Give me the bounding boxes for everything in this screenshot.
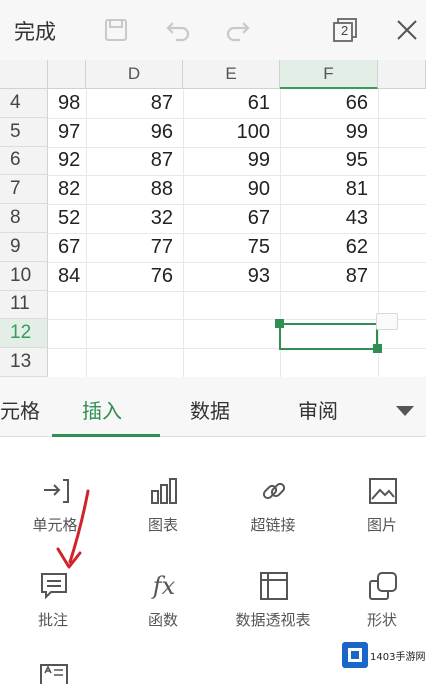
cell-e[interactable]: 75 — [183, 233, 280, 262]
row-header[interactable]: 7 — [0, 175, 48, 205]
cell-e[interactable]: 100 — [183, 118, 280, 147]
cell-d[interactable]: 77 — [86, 233, 183, 262]
tab-review[interactable]: 审阅 — [298, 395, 338, 424]
shape-icon — [367, 570, 399, 602]
cell-c[interactable] — [48, 348, 86, 377]
cell-d[interactable]: 96 — [86, 118, 183, 147]
row-header[interactable]: 9 — [0, 233, 48, 262]
tab-cell[interactable]: 元格 — [0, 395, 40, 424]
row-header[interactable]: 4 — [0, 89, 48, 118]
spreadsheet-grid[interactable]: D E F 4 98 87 61 66 5 97 96 100 99 6 92 87 99 95 7 82 88 9… — [0, 60, 426, 377]
picture-icon — [367, 475, 399, 507]
cell-c[interactable]: 84 — [48, 262, 86, 291]
cell-d[interactable] — [86, 291, 183, 320]
column-header[interactable] — [48, 60, 86, 89]
cell-f[interactable] — [280, 348, 378, 377]
tab-insert[interactable]: 插入 — [82, 395, 122, 424]
pivot-table-icon — [258, 570, 290, 602]
column-header-e[interactable]: E — [183, 60, 280, 89]
cell-f[interactable]: 99 — [280, 118, 378, 147]
cell-e[interactable]: 61 — [183, 89, 280, 118]
row-header[interactable]: 8 — [0, 204, 48, 233]
column-header[interactable] — [378, 60, 426, 89]
cell-d[interactable]: 87 — [86, 89, 183, 118]
save-icon[interactable] — [98, 12, 134, 48]
textbox-icon[interactable] — [39, 663, 69, 684]
cell-f[interactable]: 87 — [280, 262, 378, 291]
done-button[interactable]: 完成 — [14, 16, 56, 46]
cell-d[interactable]: 32 — [86, 204, 183, 233]
cell-f[interactable]: 66 — [280, 89, 378, 118]
cell-c[interactable] — [48, 319, 86, 348]
insert-picture-button[interactable]: 图片 — [332, 475, 426, 545]
close-icon[interactable] — [389, 12, 425, 48]
cell-f[interactable]: 62 — [280, 233, 378, 262]
function-icon: fx — [152, 572, 176, 600]
insert-pivot-table-button[interactable]: 数据透视表 — [223, 570, 323, 640]
insert-chart-button[interactable]: 图表 — [113, 475, 213, 545]
cell-c[interactable]: 92 — [48, 147, 86, 176]
cell-f[interactable]: 43 — [280, 204, 378, 233]
cell-f[interactable]: 95 — [280, 147, 378, 176]
column-header-f[interactable]: F — [280, 60, 378, 89]
row-header[interactable]: 13 — [0, 348, 48, 377]
cell-d[interactable]: 88 — [86, 175, 183, 204]
cell-e[interactable] — [183, 348, 280, 377]
insert-link-button[interactable]: 超链接 — [223, 475, 323, 545]
top-toolbar: 完成 2 — [0, 0, 426, 60]
cell-e[interactable] — [183, 291, 280, 320]
cell-c[interactable]: 67 — [48, 233, 86, 262]
column-header-d[interactable]: D — [86, 60, 183, 89]
row-header[interactable]: 5 — [0, 117, 48, 147]
row-header[interactable]: 11 — [0, 290, 48, 320]
redo-icon[interactable] — [220, 12, 256, 48]
cell-d[interactable]: 87 — [86, 147, 183, 176]
cell-e[interactable]: 67 — [183, 204, 280, 233]
cell-c[interactable]: 82 — [48, 175, 86, 204]
comment-icon — [38, 570, 70, 602]
fill-menu-icon[interactable] — [376, 313, 398, 330]
cell-e[interactable] — [183, 319, 280, 348]
cell-c[interactable]: 97 — [48, 118, 86, 147]
row-header[interactable]: 12 — [0, 319, 48, 349]
corner-header — [0, 60, 48, 89]
cell-d[interactable] — [86, 348, 183, 377]
watermark-logo-icon — [342, 642, 368, 668]
selection-handle[interactable] — [275, 319, 284, 328]
undo-icon[interactable] — [160, 12, 196, 48]
cell-c[interactable]: 52 — [48, 204, 86, 233]
chart-icon — [148, 475, 180, 507]
tab-data[interactable]: 数据 — [190, 395, 230, 424]
cell-f[interactable]: 81 — [280, 175, 378, 204]
selected-cell[interactable] — [279, 323, 378, 350]
insert-function-button[interactable]: fx 函数 — [113, 570, 213, 640]
watermark-logo: 1403手游网 — [339, 639, 426, 673]
ribbon-tabs: 元格 插入 数据 审阅 — [0, 377, 426, 437]
cell-e[interactable]: 90 — [183, 175, 280, 204]
insert-comment-button[interactable]: 批注 — [3, 570, 103, 640]
link-icon — [258, 475, 290, 507]
cell-e[interactable]: 93 — [183, 262, 280, 291]
cell-c[interactable] — [48, 291, 86, 320]
tabs-more-icon[interactable] — [395, 402, 415, 421]
row-header[interactable]: 6 — [0, 146, 48, 176]
cell-c[interactable]: 98 — [48, 89, 86, 118]
cell-d[interactable]: 76 — [86, 262, 183, 291]
insert-shape-button[interactable]: 形状 — [332, 570, 426, 640]
annotation-arrow-icon — [56, 489, 90, 569]
selection-handle[interactable] — [373, 344, 382, 353]
cell-d[interactable] — [86, 319, 183, 348]
cell-f[interactable] — [280, 291, 378, 320]
window-count: 2 — [341, 23, 349, 38]
row-header[interactable]: 10 — [0, 261, 48, 291]
window-switch-button[interactable]: 2 — [327, 12, 363, 48]
cell-e[interactable]: 99 — [183, 147, 280, 176]
watermark-text: 1403手游网 — [370, 652, 426, 663]
